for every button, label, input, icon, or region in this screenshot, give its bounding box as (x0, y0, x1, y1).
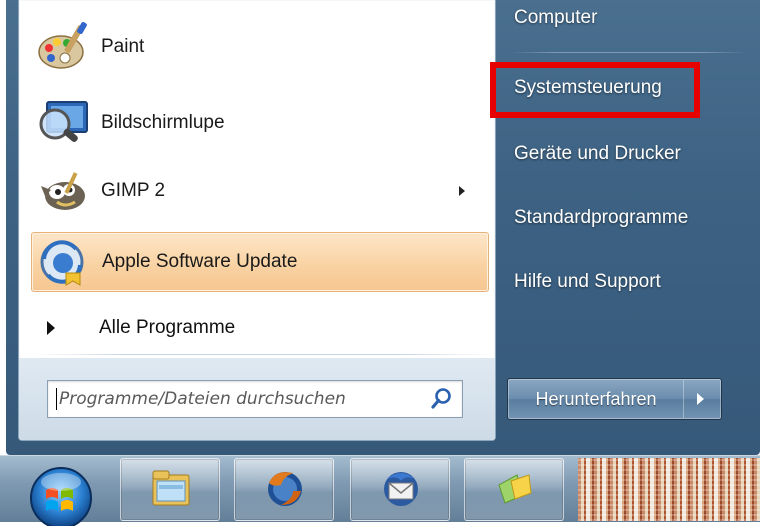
divider (510, 52, 748, 53)
program-item-gimp[interactable]: GIMP 2 (31, 162, 487, 220)
all-programs-button[interactable]: Alle Programme (41, 310, 481, 346)
shutdown-label: Herunterfahren (535, 388, 657, 409)
search-icon[interactable] (428, 385, 456, 413)
shutdown-options-button[interactable] (683, 378, 722, 420)
shutdown-button[interactable]: Herunterfahren (507, 378, 685, 420)
chevron-right-icon (697, 393, 704, 405)
program-label: GIMP 2 (101, 180, 166, 201)
search-box[interactable] (47, 380, 463, 418)
file-explorer-icon (152, 470, 190, 506)
menu-item-hilfe-und-support[interactable]: Hilfe und Support (514, 264, 661, 300)
taskbar-firefox[interactable] (234, 458, 334, 521)
paint-icon (38, 22, 87, 69)
media-center-icon (498, 474, 532, 504)
menu-item-standardprogramme[interactable]: Standardprogramme (514, 200, 688, 236)
all-programs-label: Alle Programme (99, 317, 236, 338)
expand-arrow-icon (47, 321, 55, 335)
program-label: Paint (101, 36, 145, 57)
taskbar-thunderbird[interactable] (350, 458, 450, 521)
divider (33, 354, 493, 355)
program-label: Apple Software Update (102, 251, 298, 272)
menu-item-geraete-und-drucker[interactable]: Geräte und Drucker (514, 136, 681, 172)
menu-item-computer[interactable]: Computer (514, 0, 597, 36)
search-area (19, 358, 495, 440)
program-item-paint[interactable]: Paint (31, 18, 487, 76)
annotation-highlight-box (490, 62, 700, 118)
thunderbird-icon (384, 472, 418, 506)
taskbar-explorer[interactable] (120, 458, 220, 521)
search-input[interactable] (56, 388, 401, 410)
window-thumbnail[interactable] (578, 458, 760, 521)
taskbar-media[interactable] (464, 458, 564, 521)
magnifier-icon (39, 101, 88, 142)
apple-update-icon (40, 240, 84, 286)
program-item-apple-software-update[interactable]: Apple Software Update (31, 232, 489, 292)
start-orb[interactable] (22, 460, 100, 526)
program-item-bildschirmlupe[interactable]: Bildschirmlupe (31, 94, 487, 152)
gimp-icon (41, 172, 85, 210)
submenu-arrow-icon[interactable] (459, 186, 465, 196)
firefox-icon (268, 472, 302, 506)
program-list-pane: Paint Bildschirmlupe GIMP 2 Apple Softwa… (18, 0, 496, 441)
program-label: Bildschirmlupe (101, 112, 225, 133)
